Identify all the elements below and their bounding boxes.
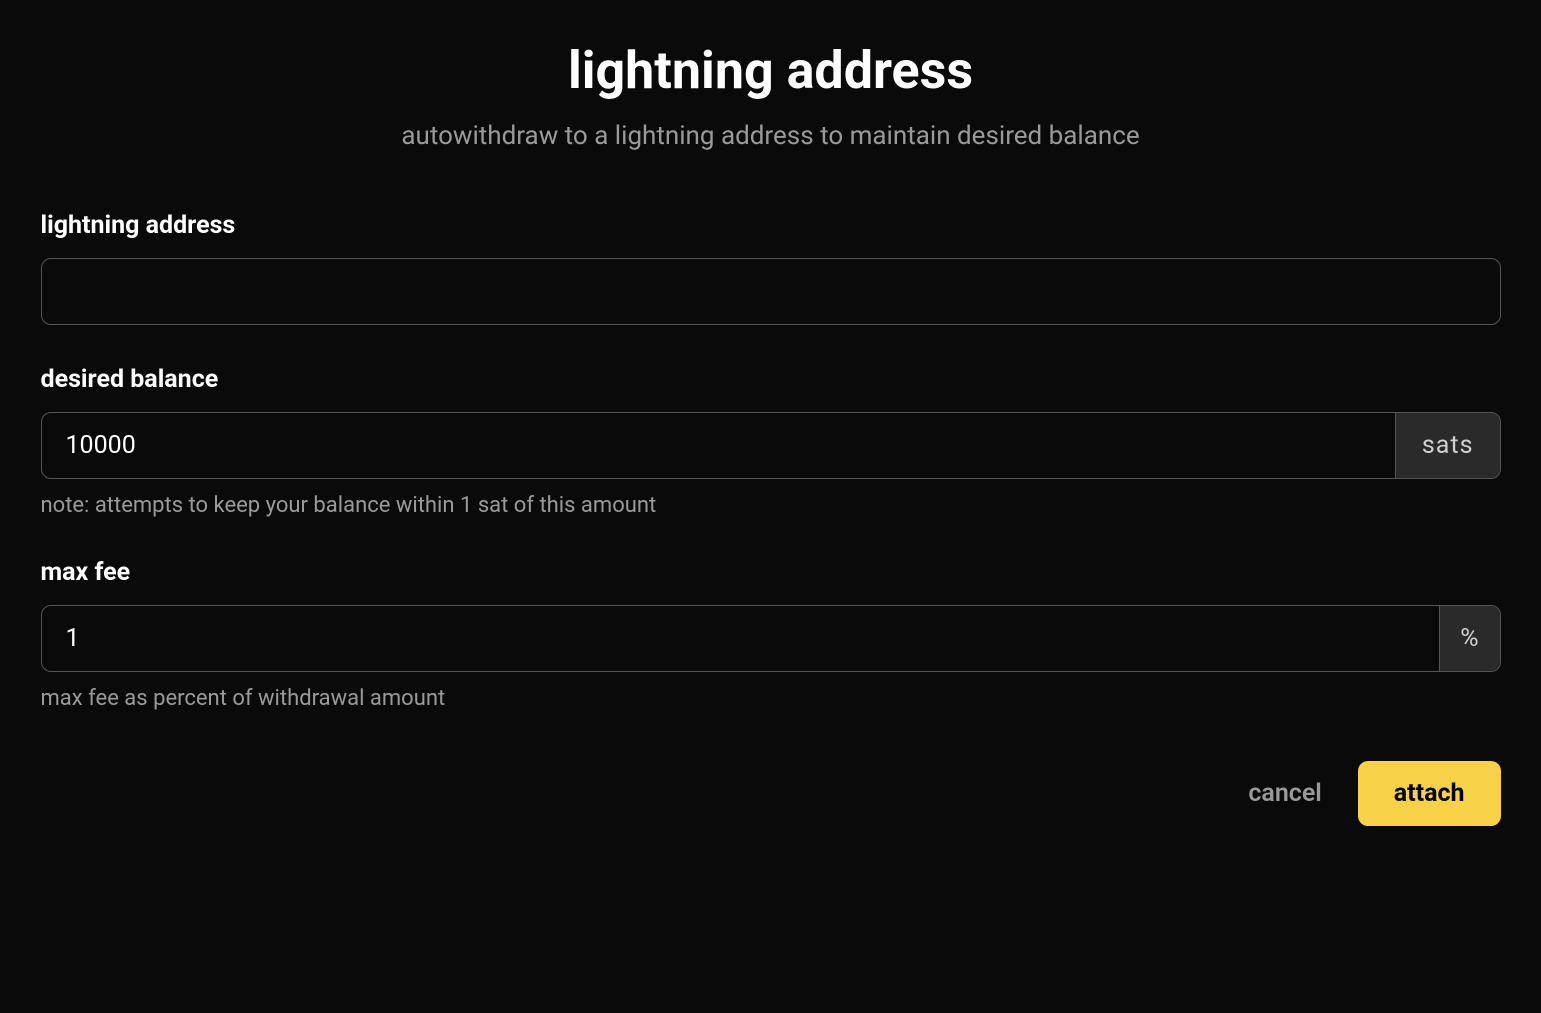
desired-balance-suffix: sats bbox=[1395, 413, 1500, 478]
max-fee-label: max fee bbox=[41, 558, 1501, 587]
cancel-button[interactable]: cancel bbox=[1240, 761, 1329, 826]
page-subtitle: autowithdraw to a lightning address to m… bbox=[41, 121, 1501, 151]
desired-balance-group: desired balance sats note: attempts to k… bbox=[41, 365, 1501, 518]
attach-button[interactable]: attach bbox=[1358, 761, 1501, 826]
max-fee-suffix: % bbox=[1439, 606, 1499, 671]
desired-balance-input-wrapper: sats bbox=[41, 412, 1501, 479]
lightning-address-group: lightning address bbox=[41, 211, 1501, 325]
desired-balance-helper: note: attempts to keep your balance with… bbox=[41, 493, 1501, 518]
max-fee-input[interactable] bbox=[42, 606, 1440, 671]
desired-balance-label: desired balance bbox=[41, 365, 1501, 394]
page-title: lightning address bbox=[41, 40, 1501, 101]
desired-balance-input[interactable] bbox=[42, 413, 1395, 478]
lightning-address-input[interactable] bbox=[42, 259, 1500, 324]
max-fee-group: max fee % max fee as percent of withdraw… bbox=[41, 558, 1501, 711]
lightning-address-input-wrapper bbox=[41, 258, 1501, 325]
max-fee-helper: max fee as percent of withdrawal amount bbox=[41, 686, 1501, 711]
page-header: lightning address autowithdraw to a ligh… bbox=[41, 40, 1501, 151]
button-row: cancel attach bbox=[41, 761, 1501, 826]
max-fee-input-wrapper: % bbox=[41, 605, 1501, 672]
lightning-address-label: lightning address bbox=[41, 211, 1501, 240]
